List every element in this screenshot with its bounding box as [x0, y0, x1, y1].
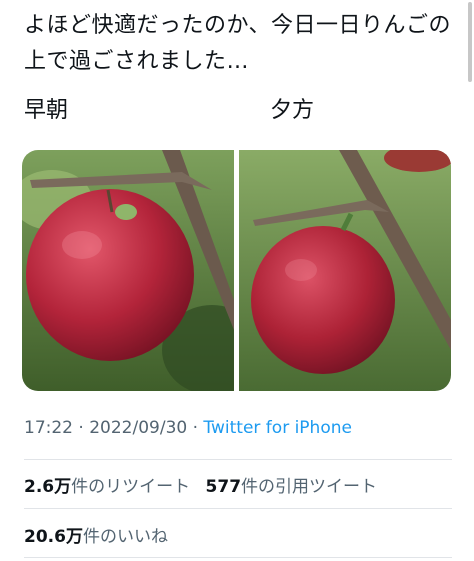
divider: [24, 459, 452, 460]
divider: [24, 508, 452, 509]
divider: [24, 557, 452, 558]
tweet-text: よほど快適だったのか、今日一日りんごの上で過ごされました…: [24, 13, 452, 74]
tweet-date[interactable]: 2022/09/30: [89, 418, 187, 438]
quotes-count: 577: [205, 477, 242, 497]
tweet-source-link[interactable]: Twitter for iPhone: [203, 418, 352, 438]
photo-evening[interactable]: [239, 150, 451, 391]
likes-label: 件のいいね: [82, 527, 168, 547]
likes-count: 20.6万: [24, 527, 83, 547]
retweets-label: 件のリツイート: [71, 477, 191, 497]
quote-stat[interactable]: 577件の引用ツイート: [206, 477, 378, 497]
stats-row-retweets: 2.6万件のリツイート 577件の引用ツイート: [24, 472, 377, 497]
stats-row-likes: 20.6万件のいいね: [24, 522, 168, 547]
caption-morning: 早朝: [24, 98, 69, 123]
like-stat[interactable]: 20.6万件のいいね: [24, 527, 168, 547]
tweet-meta: 17:22 · 2022/09/30 · Twitter for iPhone: [24, 418, 352, 438]
caption-evening: 夕方: [270, 98, 315, 123]
retweet-stat[interactable]: 2.6万件のリツイート: [24, 477, 190, 497]
meta-separator: ·: [187, 418, 204, 438]
apple-photo-evening: [239, 150, 451, 391]
media-grid: [22, 150, 451, 391]
photo-morning[interactable]: [22, 150, 234, 391]
apple-photo-morning: [22, 150, 234, 391]
meta-separator: ·: [73, 418, 90, 438]
tweet-time[interactable]: 17:22: [24, 418, 73, 438]
frog: [115, 204, 137, 220]
retweets-count: 2.6万: [24, 477, 72, 497]
scrollbar[interactable]: [468, 2, 472, 82]
quotes-label: 件の引用ツイート: [241, 477, 378, 497]
